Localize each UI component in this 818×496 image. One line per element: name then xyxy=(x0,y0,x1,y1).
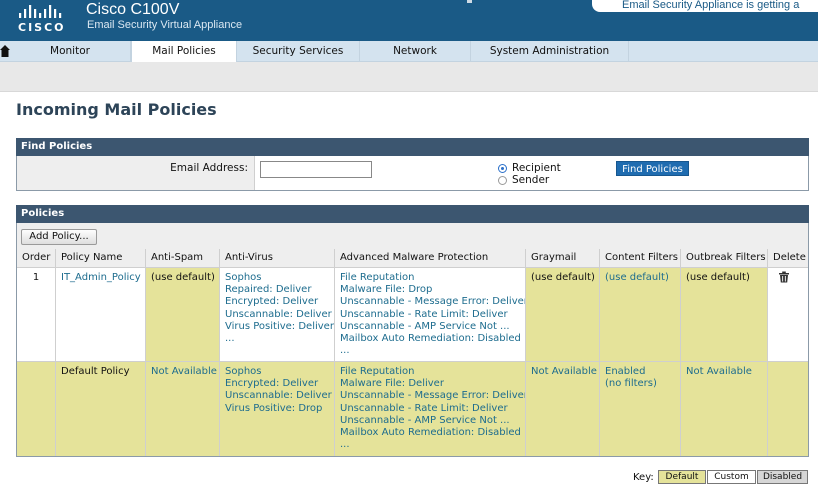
tab-system-administration[interactable]: System Administration xyxy=(471,41,629,62)
col-anti-virus: Anti-Virus xyxy=(220,249,335,268)
main-nav: Monitor Mail Policies Security Services … xyxy=(0,41,818,63)
row2-amp-line: ... xyxy=(340,439,350,451)
window-handle xyxy=(467,0,472,3)
key-disabled: Disabled xyxy=(757,470,808,484)
row2-delete-cell xyxy=(768,361,808,456)
row1-av-line: Sophos xyxy=(225,272,262,283)
tab-security-services[interactable]: Security Services xyxy=(237,41,360,62)
col-anti-spam: Anti-Spam xyxy=(146,249,220,268)
row1-policy-name-link[interactable]: IT_Admin_Policy xyxy=(56,268,146,361)
row2-policy-name-link[interactable]: Default Policy xyxy=(56,361,146,456)
product-subtitle: Email Security Virtual Appliance xyxy=(87,19,243,31)
row1-amp[interactable]: File Reputation Malware File: Drop Unsca… xyxy=(335,268,526,361)
row1-anti-spam[interactable]: (use default) xyxy=(146,268,220,361)
key-label: Key: xyxy=(633,472,654,483)
row1-av-line: Encrypted: Deliver xyxy=(225,296,319,308)
row2-amp-line: Unscannable - AMP Service Not ... xyxy=(340,414,510,426)
row2-graymail[interactable]: Not Available xyxy=(526,361,600,456)
cisco-logo[interactable]: CISCO xyxy=(16,4,76,36)
row2-amp-line: Unscannable - Rate Limit: Deliver xyxy=(340,402,508,414)
key-default: Default xyxy=(658,470,706,484)
radio-sender-label: Sender xyxy=(512,174,550,186)
row2-order xyxy=(17,361,56,456)
policies-header: Policies xyxy=(16,205,809,223)
row1-content-filters[interactable]: (use default) xyxy=(600,268,681,361)
radio-sender-button[interactable] xyxy=(498,176,507,185)
row1-amp-line: Mailbox Auto Remediation: Disabled xyxy=(340,333,521,345)
row1-graymail[interactable]: (use default) xyxy=(526,268,600,361)
row1-amp-line: Malware File: Drop xyxy=(340,284,433,296)
row1-amp-line: Unscannable - AMP Service Not ... xyxy=(340,320,510,332)
add-policy-button[interactable]: Add Policy... xyxy=(21,229,97,245)
row2-amp[interactable]: File Reputation Malware File: Deliver Un… xyxy=(335,361,526,456)
product-title: Cisco C100V xyxy=(86,1,180,18)
col-policy-name: Policy Name xyxy=(56,249,146,268)
home-icon[interactable] xyxy=(0,45,10,57)
col-graymail: Graymail xyxy=(526,249,600,268)
page-title: Incoming Mail Policies xyxy=(16,100,217,119)
email-address-input[interactable] xyxy=(260,161,372,178)
email-address-label: Email Address: xyxy=(170,162,248,174)
row1-order: 1 xyxy=(17,268,56,361)
find-policies-panel: Email Address: Recipient Sender Find Pol… xyxy=(16,156,809,191)
tab-monitor[interactable]: Monitor xyxy=(10,41,131,62)
row1-av-line: ... xyxy=(225,333,235,345)
sub-nav-bar xyxy=(0,62,818,92)
key-custom: Custom xyxy=(707,470,756,484)
row2-amp-line: File Reputation xyxy=(340,366,415,377)
row2-av-line: Encrypted: Deliver xyxy=(225,378,319,390)
announcement-banner[interactable]: Email Security Appliance is getting a xyxy=(592,0,818,12)
col-amp: Advanced Malware Protection xyxy=(335,249,526,268)
col-delete: Delete xyxy=(768,249,808,268)
row2-amp-line: Malware File: Deliver xyxy=(340,378,444,390)
row2-content-filters[interactable]: Enabled (no filters) xyxy=(600,361,681,456)
tab-network[interactable]: Network xyxy=(360,41,471,62)
find-policies-header: Find Policies xyxy=(16,138,809,156)
app-header: CISCO Cisco C100V Email Security Virtual… xyxy=(0,0,818,41)
row1-amp-line: File Reputation xyxy=(340,272,415,283)
row2-cf-line: Enabled xyxy=(605,366,646,377)
row2-amp-line: Mailbox Auto Remediation: Disabled xyxy=(340,427,521,439)
email-label-cell: Email Address: xyxy=(17,156,255,190)
find-policies-button[interactable]: Find Policies xyxy=(616,161,689,176)
row2-av-line: Sophos xyxy=(225,366,262,377)
row2-outbreak-filters[interactable]: Not Available xyxy=(681,361,768,456)
row1-av-line: Virus Positive: Deliver xyxy=(225,320,334,332)
tab-mail-policies[interactable]: Mail Policies xyxy=(131,41,237,63)
row1-amp-line: Unscannable - Rate Limit: Deliver xyxy=(340,308,508,320)
row2-av-line: Virus Positive: Drop xyxy=(225,402,323,414)
col-content-filters: Content Filters xyxy=(600,249,681,268)
row1-amp-line: ... xyxy=(340,345,350,357)
row2-amp-line: Unscannable - Message Error: Deliver xyxy=(340,390,526,402)
row2-anti-virus[interactable]: Sophos Encrypted: Deliver Unscannable: D… xyxy=(220,361,335,456)
row2-av-line: Unscannable: Deliver xyxy=(225,390,332,402)
policies-table: Add Policy... Order Policy Name Anti-Spa… xyxy=(16,223,809,457)
row1-outbreak-filters[interactable]: (use default) xyxy=(681,268,768,361)
col-order: Order xyxy=(17,249,56,268)
radio-recipient-label: Recipient xyxy=(512,162,561,174)
row1-av-line: Unscannable: Deliver xyxy=(225,308,332,320)
row1-amp-line: Unscannable - Message Error: Deliver xyxy=(340,296,526,308)
row2-cf-line: (no filters) xyxy=(605,378,657,390)
cisco-wordmark: CISCO xyxy=(18,21,66,34)
trash-icon[interactable] xyxy=(778,271,790,283)
col-outbreak-filters: Outbreak Filters xyxy=(681,249,768,268)
row1-av-line: Repaired: Deliver xyxy=(225,284,312,296)
row2-anti-spam[interactable]: Not Available xyxy=(146,361,220,456)
add-policy-row: Add Policy... xyxy=(17,223,808,249)
row1-anti-virus[interactable]: Sophos Repaired: Deliver Encrypted: Deli… xyxy=(220,268,335,361)
radio-recipient-button[interactable] xyxy=(498,164,507,173)
cisco-bars-icon xyxy=(19,5,62,18)
